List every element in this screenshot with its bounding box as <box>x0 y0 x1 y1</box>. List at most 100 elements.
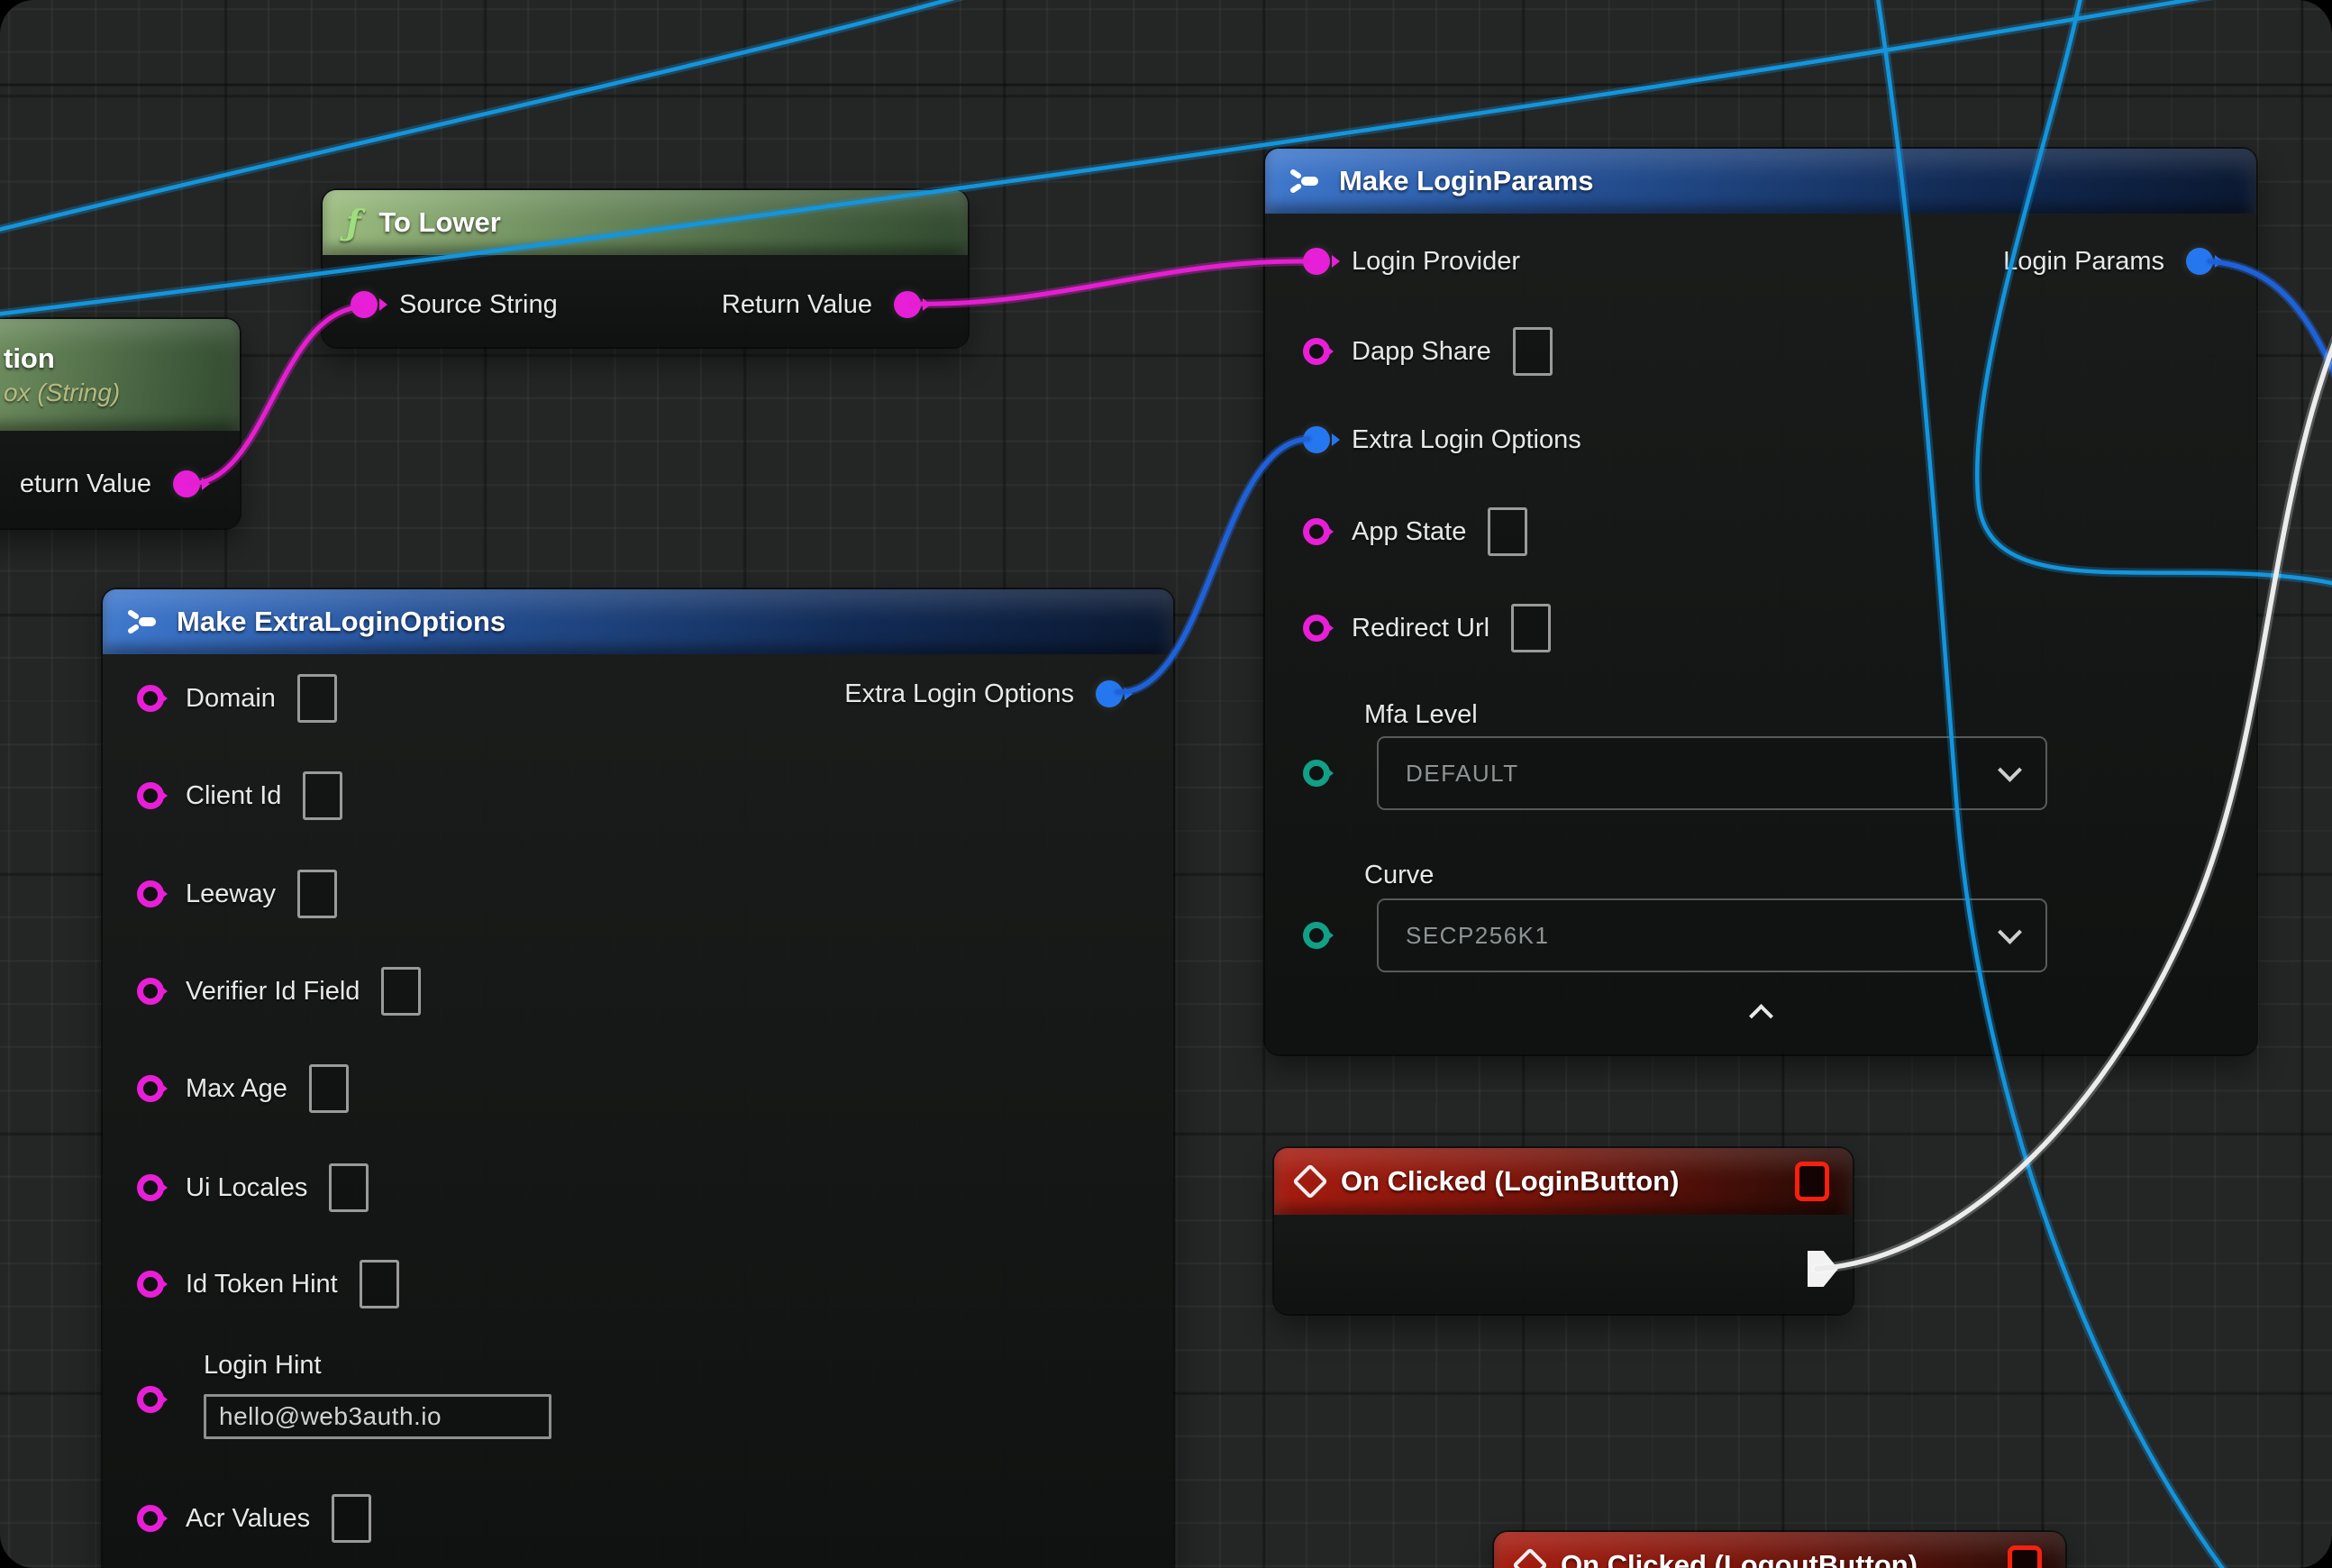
pin-label: Ui Locales <box>186 1173 307 1203</box>
pin-label: Acr Values <box>186 1504 310 1534</box>
pin-label: Login Params <box>2003 247 2164 277</box>
pin-value-field[interactable] <box>309 1064 349 1113</box>
bound-event-icon <box>2008 1545 2042 1568</box>
pin-value-field[interactable] <box>1488 507 1527 556</box>
output-pin-struct[interactable] <box>2186 248 2213 275</box>
input-pin-struct[interactable] <box>1303 426 1330 453</box>
node-make-login-params-header[interactable]: Make LoginParams <box>1265 149 2256 214</box>
output-pin-string[interactable] <box>894 291 921 318</box>
blueprint-graph-canvas[interactable]: tion ox (String) eturn Value ƒ To Lower … <box>0 0 2332 1568</box>
node-subtitle: ox (String) <box>4 378 120 407</box>
pin-label: App State <box>1352 517 1466 547</box>
node-partial-function-header[interactable]: tion ox (String) <box>0 319 240 431</box>
node-on-clicked-login-header[interactable]: On Clicked (LoginButton) <box>1274 1148 1853 1215</box>
input-pin-string[interactable] <box>137 685 164 712</box>
pin-row-login-provider: Login Provider <box>1303 234 1520 288</box>
pin-value-field[interactable] <box>1511 604 1551 652</box>
make-struct-icon <box>1289 168 1321 195</box>
pin-row-verifier-id-field: Verifier Id Field <box>137 964 421 1018</box>
collapse-node-button[interactable] <box>1265 1000 2256 1025</box>
pin-value-field[interactable] <box>297 674 337 723</box>
node-title: tion <box>4 342 55 375</box>
pin-row-extra-login-options: Extra Login Options <box>1303 413 1581 467</box>
node-make-extra-login-options[interactable]: Make ExtraLoginOptions Extra Login Optio… <box>103 589 1173 1568</box>
mfa-level-label: Mfa Level <box>1364 700 1478 730</box>
node-make-extra-header[interactable]: Make ExtraLoginOptions <box>103 589 1173 654</box>
event-diamond-icon <box>1292 1163 1328 1199</box>
pin-label: Redirect Url <box>1352 614 1489 643</box>
pin-row-app-state: App State <box>1303 505 1527 559</box>
pin-value-field[interactable] <box>329 1163 369 1212</box>
dropdown-value: SECP256K1 <box>1406 922 1549 950</box>
node-on-clicked-login-button[interactable]: On Clicked (LoginButton) <box>1274 1148 1853 1314</box>
mfa-level-dropdown[interactable]: DEFAULT <box>1377 736 2047 810</box>
input-pin-enum[interactable] <box>1303 922 1330 949</box>
curve-dropdown[interactable]: SECP256K1 <box>1377 898 2047 972</box>
pin-row-login-params-out: Login Params <box>2003 234 2213 288</box>
dropdown-value: DEFAULT <box>1406 760 1519 788</box>
login-hint-label: Login Hint <box>204 1351 322 1381</box>
pin-row-dapp-share: Dapp Share <box>1303 324 1553 378</box>
chevron-up-icon <box>1749 1004 1773 1028</box>
input-pin-string[interactable] <box>137 978 164 1005</box>
input-pin-string[interactable] <box>137 880 164 907</box>
input-pin-string[interactable] <box>1303 518 1330 545</box>
pin-label: Verifier Id Field <box>186 977 360 1007</box>
pin-row-ui-locales: Ui Locales <box>137 1161 369 1215</box>
pin-value-field[interactable] <box>332 1494 371 1543</box>
input-pin-string[interactable] <box>137 1075 164 1102</box>
output-pin-struct[interactable] <box>1096 680 1123 707</box>
pin-label: eturn Value <box>20 469 151 499</box>
input-pin-string[interactable] <box>137 782 164 809</box>
pin-value-field[interactable] <box>303 771 342 820</box>
input-pin-string[interactable] <box>137 1174 164 1201</box>
input-pin-string[interactable] <box>137 1505 164 1532</box>
input-pin-string[interactable] <box>1303 338 1330 365</box>
pin-label: Extra Login Options <box>1352 425 1581 455</box>
output-pin-string[interactable] <box>173 470 200 497</box>
pin-value-field[interactable] <box>297 870 337 918</box>
exec-output-pin[interactable] <box>1808 1251 1838 1287</box>
bound-event-icon <box>1795 1162 1829 1201</box>
input-pin-string[interactable] <box>1303 248 1330 275</box>
pin-value-field[interactable] <box>381 967 421 1016</box>
pin-value-field[interactable] <box>360 1260 399 1308</box>
pin-row-client-id: Client Id <box>137 769 342 823</box>
node-title: On Clicked (LoginButton) <box>1341 1165 1679 1198</box>
chevron-down-icon <box>1998 758 2022 782</box>
pin-row-extra-login-options-out: Extra Login Options <box>844 667 1123 721</box>
pin-label: Id Token Hint <box>186 1270 338 1299</box>
pin-label: Login Provider <box>1352 247 1520 277</box>
curve-label: Curve <box>1364 861 1434 890</box>
pin-row-leeway: Leeway <box>137 867 337 921</box>
input-pin-string[interactable] <box>1303 615 1330 642</box>
pin-label: Leeway <box>186 880 276 909</box>
login-hint-input[interactable] <box>204 1394 551 1439</box>
node-title: To Lower <box>378 206 500 239</box>
node-on-clicked-logout-header[interactable]: On Clicked (LogoutButton) <box>1494 1532 2065 1568</box>
input-pin-string[interactable] <box>351 291 378 318</box>
input-pin-string[interactable] <box>137 1271 164 1298</box>
node-make-login-params[interactable]: Make LoginParams Login Provider Login Pa… <box>1265 149 2256 1054</box>
pin-row-max-age: Max Age <box>137 1062 349 1116</box>
pin-row-return-value: Return Value <box>722 278 921 332</box>
pin-label: Return Value <box>722 290 872 320</box>
input-pin-string[interactable] <box>137 1386 164 1413</box>
pin-row-acr-values: Acr Values <box>137 1491 371 1545</box>
node-title: On Clicked (LogoutButton) <box>1561 1549 1918 1568</box>
node-partial-function[interactable]: tion ox (String) eturn Value <box>0 319 240 528</box>
pin-row-source-string: Source String <box>351 278 558 332</box>
pin-row-return-value: eturn Value <box>20 457 200 511</box>
pin-label: Dapp Share <box>1352 337 1491 367</box>
pin-value-field[interactable] <box>1513 327 1553 376</box>
pin-row-redirect-url: Redirect Url <box>1303 601 1551 655</box>
input-pin-enum[interactable] <box>1303 760 1330 787</box>
node-title: Make ExtraLoginOptions <box>177 606 506 638</box>
node-to-lower-header[interactable]: ƒ To Lower <box>323 190 968 255</box>
pin-row-domain: Domain <box>137 671 337 725</box>
pin-row-id-token-hint: Id Token Hint <box>137 1257 399 1311</box>
node-to-lower[interactable]: ƒ To Lower Source String Return Value <box>323 190 968 347</box>
make-struct-icon <box>126 608 159 635</box>
pin-label: Extra Login Options <box>844 679 1074 709</box>
node-on-clicked-logout-button[interactable]: On Clicked (LogoutButton) <box>1494 1532 2065 1568</box>
